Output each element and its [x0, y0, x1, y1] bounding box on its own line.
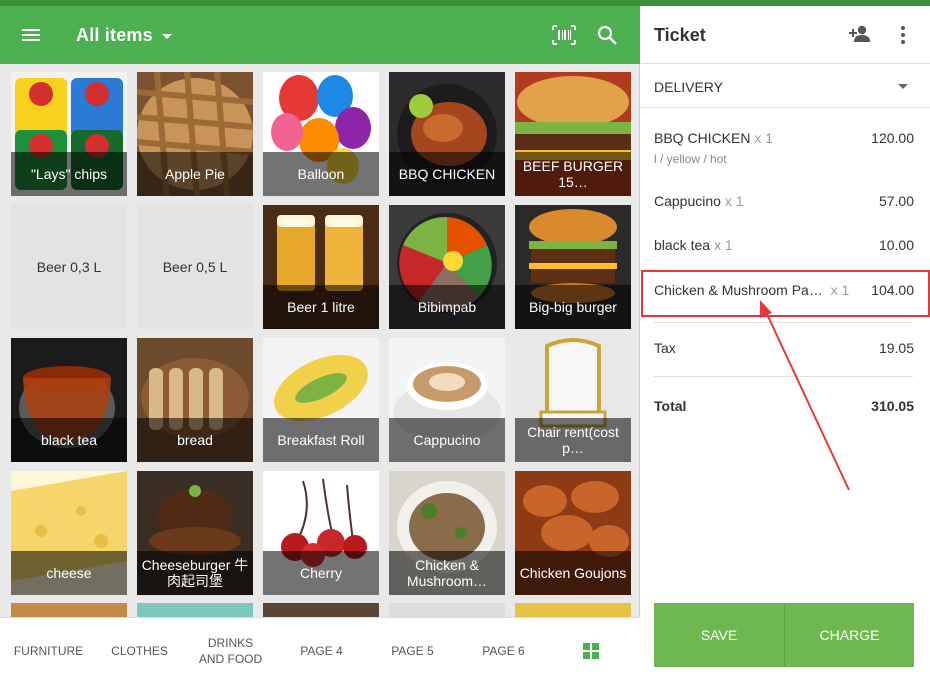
item-label: BBQ CHICKEN	[389, 152, 505, 196]
line-amount: 10.00	[878, 237, 914, 253]
selected-line-highlight	[641, 270, 930, 317]
divider	[654, 322, 913, 323]
item-label: Chicken Goujons	[515, 551, 631, 595]
item-tile[interactable]: Beer 0,5 L	[137, 205, 253, 329]
item-label: Bibimpab	[389, 285, 505, 329]
line-name: Cappucino	[654, 193, 721, 209]
item-label: Cherry	[263, 551, 379, 595]
item-tile[interactable]: Cheeseburger 牛肉起司堡	[137, 471, 253, 595]
item-tile[interactable]: cheese	[11, 471, 127, 595]
ticket-actions: SAVE CHARGE	[654, 603, 914, 667]
item-tile[interactable]: Big-big burger	[515, 205, 631, 329]
tab-grid[interactable]	[545, 618, 636, 683]
ticket-header: Ticket	[641, 6, 930, 64]
item-tile[interactable]: black tea	[11, 338, 127, 462]
item-tile[interactable]: bread	[137, 338, 253, 462]
item-label: Beer 1 litre	[263, 285, 379, 329]
tab-furniture[interactable]: FURNITURE	[3, 618, 94, 683]
item-label: Chicken & Mushroom…	[389, 551, 505, 595]
barcode-icon[interactable]	[552, 25, 576, 45]
item-label: Apple Pie	[137, 152, 253, 196]
item-label: "Lays" chips	[11, 152, 127, 196]
item-tile[interactable]: Beer 0,3 L	[11, 205, 127, 329]
app-bar: All items	[0, 6, 640, 64]
tab-drinks-and-food[interactable]: DRINKS AND FOOD	[185, 618, 276, 683]
line-amount: 120.00	[871, 130, 914, 146]
line-qty: x 1	[713, 237, 733, 253]
tab-page-4[interactable]: PAGE 4	[276, 618, 367, 683]
item-tile[interactable]: Balloon	[263, 72, 379, 196]
ticket-line[interactable]: Cappucino x 1 57.00	[641, 178, 930, 222]
partial-tile	[515, 603, 631, 617]
search-icon[interactable]	[596, 24, 618, 46]
item-label: bread	[137, 418, 253, 462]
item-label: Cappucino	[389, 418, 505, 462]
line-qty: x 1	[754, 130, 774, 146]
item-label: Big-big burger	[515, 285, 631, 329]
tax-label: Tax	[654, 340, 676, 356]
item-tile[interactable]: Chicken & Mushroom…	[389, 471, 505, 595]
line-item-name: Cappucino x 1	[654, 193, 744, 209]
line-item-name: BBQ CHICKEN x 1	[654, 130, 773, 146]
item-tile[interactable]: Chicken Goujons	[515, 471, 631, 595]
charge-button[interactable]: CHARGE	[784, 603, 914, 667]
line-qty: x 1	[724, 193, 744, 209]
item-tile[interactable]: Cappucino	[389, 338, 505, 462]
line-amount: 57.00	[878, 193, 914, 209]
item-label: Beer 0,5 L	[162, 259, 228, 275]
dropdown-caret-icon	[161, 33, 172, 39]
item-label: Breakfast Roll	[263, 418, 379, 462]
item-tile[interactable]: Bibimpab	[389, 205, 505, 329]
item-label: cheese	[11, 551, 127, 595]
item-tile[interactable]: BBQ CHICKEN	[389, 72, 505, 196]
partial-tile	[263, 603, 379, 617]
item-tile[interactable]: Chair rent(cost p…	[515, 338, 631, 462]
tax-row: Tax 19.05	[641, 326, 930, 370]
category-dropdown[interactable]: All items	[76, 25, 172, 46]
items-pane: All items "Lays" chips Apple Pie Balloon…	[0, 6, 640, 683]
item-label: Balloon	[263, 152, 379, 196]
category-title: All items	[76, 25, 153, 45]
item-label: black tea	[11, 418, 127, 462]
item-tile[interactable]: "Lays" chips	[11, 72, 127, 196]
item-tile[interactable]: BEEF BURGER 15…	[515, 72, 631, 196]
item-tile[interactable]: Beer 1 litre	[263, 205, 379, 329]
divider	[654, 376, 913, 377]
line-name: black tea	[654, 237, 711, 253]
partial-tile	[389, 603, 505, 617]
item-tile[interactable]: Breakfast Roll	[263, 338, 379, 462]
item-label: BEEF BURGER 15…	[515, 152, 631, 196]
item-label: Beer 0,3 L	[36, 259, 102, 275]
line-name: BBQ CHICKEN	[654, 130, 751, 146]
ticket-title: Ticket	[654, 25, 706, 45]
line-item-name: black tea x 1	[654, 237, 733, 253]
item-label: Chair rent(cost p…	[515, 418, 631, 462]
ticket-line[interactable]: black tea x 1 10.00	[641, 222, 930, 266]
tab-label: DRINKS AND FOOD	[198, 636, 263, 666]
add-customer-icon[interactable]	[848, 24, 872, 44]
menu-icon[interactable]	[22, 23, 50, 47]
line-modifiers: l / yellow / hot	[654, 152, 727, 166]
total-row: Total 310.05	[641, 384, 930, 428]
tab-page-5[interactable]: PAGE 5	[367, 618, 458, 683]
tax-amount: 19.05	[878, 340, 914, 356]
total-amount: 310.05	[871, 398, 914, 414]
ticket-line[interactable]: BBQ CHICKEN x 1 120.00 l / yellow / hot	[641, 108, 930, 166]
ticket-pane: Ticket DELIVERY BBQ CHICKEN x 1 120.00 l…	[641, 6, 930, 683]
dining-option-select[interactable]: DELIVERY	[641, 64, 930, 108]
dropdown-caret-icon	[898, 84, 908, 89]
tab-page-6[interactable]: PAGE 6	[458, 618, 549, 683]
item-label: Cheeseburger 牛肉起司堡	[137, 551, 253, 595]
item-tile[interactable]: Cherry	[263, 471, 379, 595]
total-label: Total	[654, 398, 687, 414]
item-tile[interactable]: Apple Pie	[137, 72, 253, 196]
partial-tile	[11, 603, 127, 617]
category-tabs: FURNITURE CLOTHES DRINKS AND FOOD PAGE 4…	[0, 617, 640, 683]
grid-icon	[582, 643, 599, 659]
partial-tile	[137, 603, 253, 617]
save-button[interactable]: SAVE	[654, 603, 784, 667]
tab-clothes[interactable]: CLOTHES	[94, 618, 185, 683]
more-vert-icon[interactable]	[898, 26, 908, 46]
dining-option-value: DELIVERY	[654, 79, 723, 95]
